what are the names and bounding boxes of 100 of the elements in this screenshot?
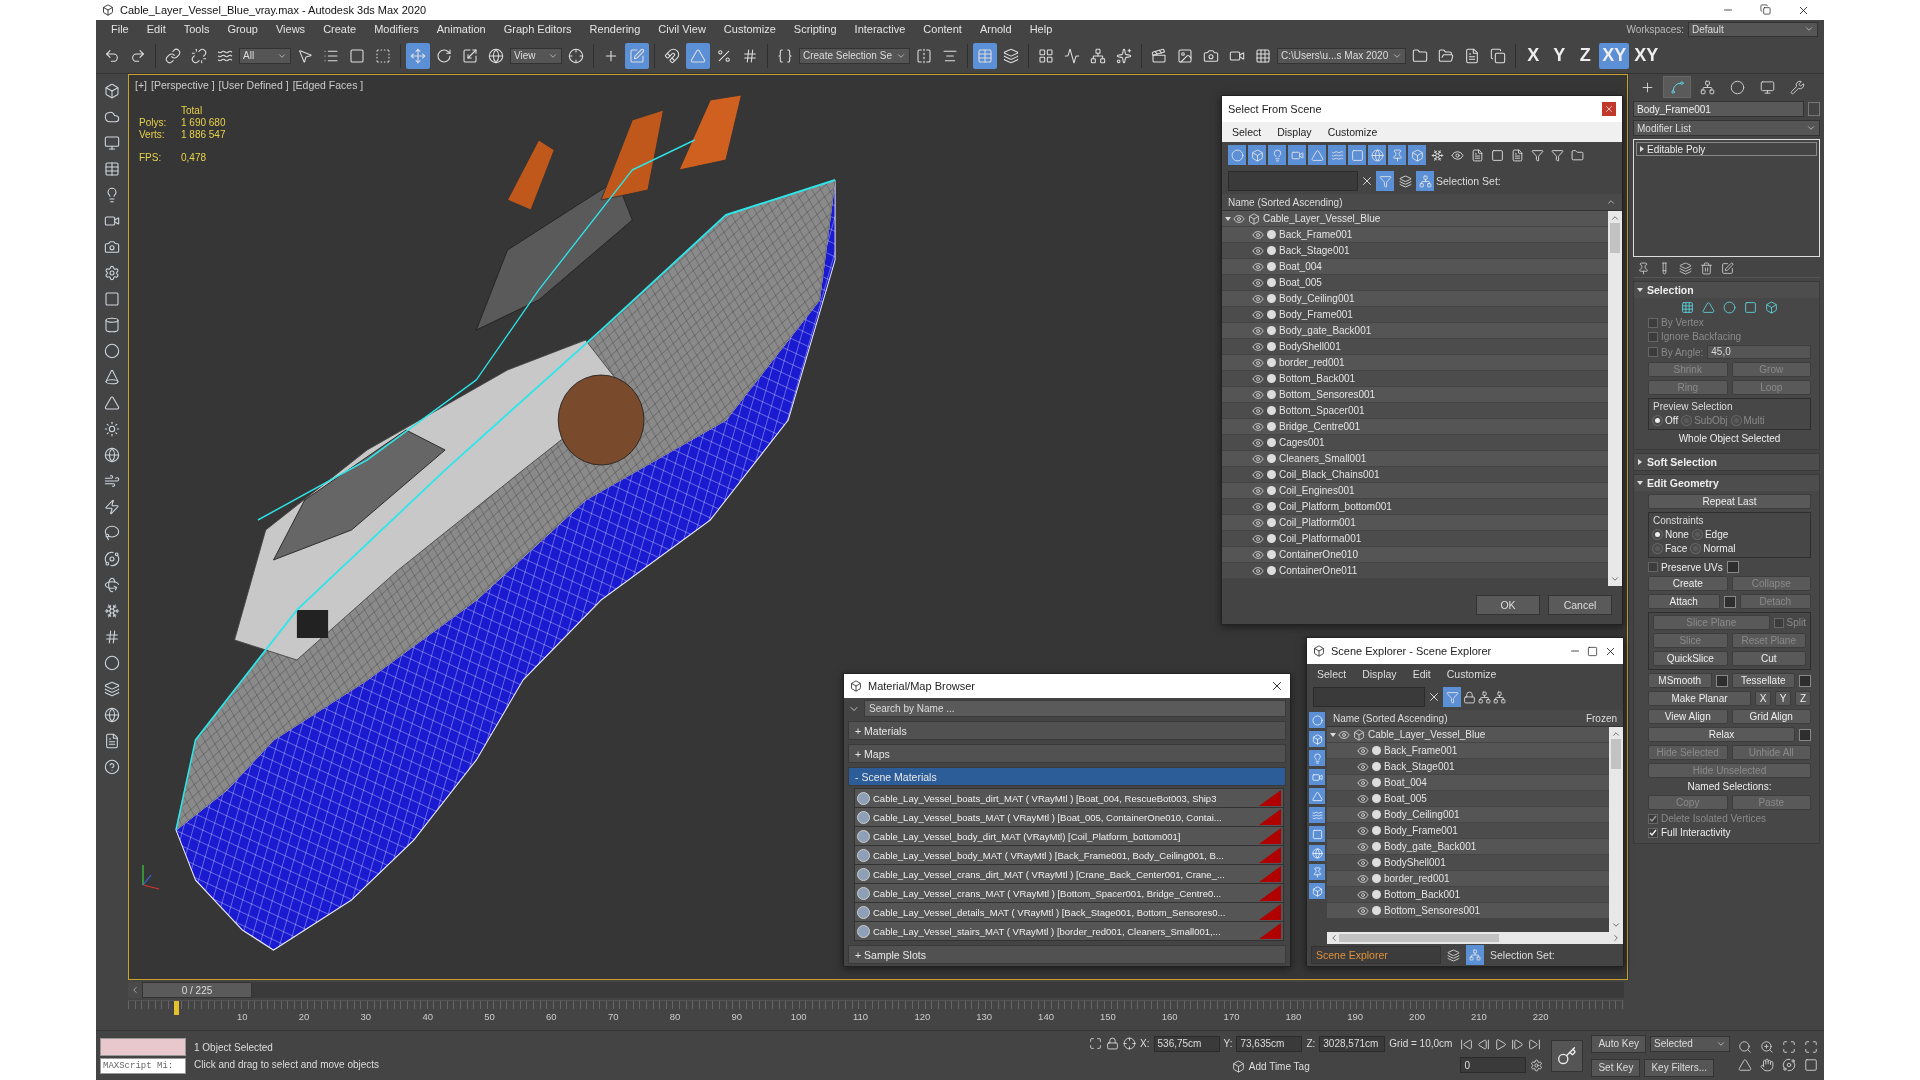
- tree-row[interactable]: Back_Frame001: [1327, 743, 1609, 759]
- auto-key-button[interactable]: Auto Key: [1591, 1034, 1646, 1053]
- tree-row[interactable]: Bottom_Back001: [1327, 887, 1609, 903]
- axis-constraint-button[interactable]: X: [1521, 42, 1546, 69]
- rollout-header[interactable]: Soft Selection: [1634, 454, 1819, 470]
- menu-item[interactable]: Create: [314, 23, 366, 35]
- tree-row[interactable]: Coil_Platform001: [1222, 515, 1608, 531]
- tree-row[interactable]: Body_gate_Back001: [1327, 839, 1609, 855]
- panel-button[interactable]: X: [1755, 691, 1771, 706]
- toolbar-dropdown[interactable]: View: [510, 47, 562, 64]
- radio-button[interactable]: Face: [1653, 543, 1688, 554]
- tree-row[interactable]: Bottom_Back001: [1222, 371, 1608, 387]
- object-name-field[interactable]: Body_Frame001: [1633, 101, 1804, 117]
- time-slider-track[interactable]: 0 / 225: [128, 982, 1624, 998]
- panel-button[interactable]: Z: [1795, 691, 1811, 706]
- tree-row[interactable]: Bottom_Spacer001: [1222, 403, 1608, 419]
- tree-row[interactable]: Back_Frame001: [1222, 227, 1608, 243]
- tree-row[interactable]: BodyShell001: [1222, 339, 1608, 355]
- tree-row[interactable]: Back_Stage001: [1327, 759, 1609, 775]
- panel-button[interactable]: MSmooth: [1648, 673, 1712, 688]
- tree-row[interactable]: Boat_005: [1222, 275, 1608, 291]
- panel-button[interactable]: QuickSlice: [1653, 651, 1728, 666]
- set-key-mode-button[interactable]: Set Key: [1591, 1058, 1641, 1077]
- menu-item[interactable]: Select: [1232, 126, 1262, 138]
- checkbox[interactable]: Full Interactivity: [1648, 827, 1731, 838]
- axis-constraint-button[interactable]: Z: [1573, 42, 1598, 69]
- tree-row[interactable]: Coil_Engines001: [1222, 483, 1608, 499]
- coordinate-field[interactable]: 73,635cm: [1236, 1035, 1303, 1052]
- coordinate-field[interactable]: 3028,571cm: [1319, 1035, 1386, 1052]
- tree-row[interactable]: Body_gate_Back001: [1222, 323, 1608, 339]
- column-header[interactable]: Name (Sorted Ascending) Frozen: [1327, 710, 1623, 727]
- material-row[interactable]: Cable_Lay_Vessel_details_MAT ( VRayMtl ) [Back_Stage001, Bottom_Sensores0...: [855, 903, 1283, 922]
- axis-constraint-button[interactable]: XY: [1631, 42, 1662, 69]
- group-header[interactable]: + Sample Slots: [848, 945, 1286, 964]
- toolbar-dropdown[interactable]: Create Selection Se: [799, 47, 910, 64]
- tree-row[interactable]: Cable_Layer_Vessel_Blue: [1327, 727, 1609, 743]
- tree-row[interactable]: Body_Ceiling001: [1327, 807, 1609, 823]
- tree-row[interactable]: BodyShell001: [1327, 855, 1609, 871]
- panel-button[interactable]: Cut: [1731, 651, 1806, 666]
- dialog-button[interactable]: OK: [1476, 595, 1540, 615]
- panel-button[interactable]: Attach: [1648, 594, 1720, 609]
- tree-row[interactable]: border_red001: [1222, 355, 1608, 371]
- search-field[interactable]: Search by Name ...: [864, 700, 1286, 718]
- menu-item[interactable]: Scripting: [784, 23, 846, 35]
- radio-button[interactable]: Edge: [1692, 529, 1729, 540]
- material-row[interactable]: Cable_Lay_Vessel_stairs_MAT ( VRayMtl ) [border_red001, Cleaners_Small001,...: [855, 922, 1283, 941]
- menu-item[interactable]: Modifiers: [365, 23, 428, 35]
- menu-item[interactable]: Tools: [174, 23, 219, 35]
- menu-item[interactable]: Animation: [427, 23, 495, 35]
- axis-constraint-button[interactable]: Y: [1547, 42, 1572, 69]
- panel-button[interactable]: Y: [1775, 691, 1791, 706]
- modifier-list-dropdown[interactable]: Modifier List: [1633, 120, 1820, 136]
- tree-row[interactable]: Boat_004: [1327, 775, 1609, 791]
- radio-button[interactable]: None: [1653, 529, 1689, 540]
- coordinate-field[interactable]: 536,75cm: [1153, 1035, 1220, 1052]
- menu-item[interactable]: Views: [266, 23, 315, 35]
- tree-row[interactable]: Cable_Layer_Vessel_Blue: [1222, 211, 1608, 227]
- explorer-dropdown[interactable]: Scene Explorer: [1311, 946, 1441, 964]
- menu-item[interactable]: Edit: [137, 23, 175, 35]
- tree-row[interactable]: Coil_Platform_bottom001: [1222, 499, 1608, 515]
- tree-row[interactable]: Bridge_Centre001: [1222, 419, 1608, 435]
- key-filters-button[interactable]: Key Filters...: [1644, 1058, 1714, 1077]
- menu-item[interactable]: Rendering: [580, 23, 650, 35]
- radio-button[interactable]: Normal: [1691, 543, 1736, 554]
- tree-row[interactable]: Coil_Black_Chains001: [1222, 467, 1608, 483]
- panel-button[interactable]: Make Planar: [1648, 691, 1751, 706]
- tree-row[interactable]: Body_Frame001: [1327, 823, 1609, 839]
- material-row[interactable]: Cable_Lay_Vessel_crans_MAT ( VRayMtl ) [Bottom_Spacer001, Bridge_Centre0...: [855, 884, 1283, 903]
- menu-item[interactable]: Arnold: [970, 23, 1021, 35]
- tree-row[interactable]: Body_Frame001: [1222, 307, 1608, 323]
- menu-item[interactable]: Help: [1020, 23, 1062, 35]
- tree-row[interactable]: ContainerOne010: [1222, 547, 1608, 563]
- panel-button[interactable]: Create: [1648, 576, 1728, 591]
- panel-button[interactable]: Grid Align: [1731, 709, 1811, 724]
- radio-button[interactable]: Off: [1653, 415, 1679, 426]
- time-slider-thumb[interactable]: 0 / 225: [142, 982, 252, 998]
- tree-row[interactable]: Boat_004: [1222, 259, 1608, 275]
- material-row[interactable]: Cable_Lay_Vessel_body_MAT ( VRayMtl ) [Back_Frame001, Body_Ceiling001, B...: [855, 846, 1283, 865]
- group-header[interactable]: + Maps: [848, 744, 1286, 764]
- tree-row[interactable]: Body_Ceiling001: [1222, 291, 1608, 307]
- checkbox[interactable]: Preserve UVs: [1648, 561, 1723, 573]
- menu-item[interactable]: Graph Editors: [494, 23, 581, 35]
- menu-item[interactable]: Customize: [714, 23, 785, 35]
- menu-item[interactable]: Customize: [1327, 126, 1378, 138]
- column-header[interactable]: Name (Sorted Ascending): [1222, 194, 1622, 211]
- viewport-label[interactable]: [Edged Faces ]: [292, 79, 364, 91]
- panel-button[interactable]: View Align: [1648, 709, 1728, 724]
- viewport-label[interactable]: [User Defined ]: [218, 79, 289, 91]
- toolbar-dropdown[interactable]: All: [239, 47, 291, 64]
- rollout-header[interactable]: Selection: [1634, 282, 1819, 298]
- frame-field[interactable]: 0: [1460, 1057, 1527, 1073]
- menu-item[interactable]: Display: [1277, 126, 1312, 138]
- menu-item[interactable]: Interactive: [845, 23, 915, 35]
- workspace-dropdown[interactable]: Default: [1688, 21, 1818, 37]
- panel-button[interactable]: Tessellate: [1731, 673, 1795, 688]
- tree-row[interactable]: Cleaners_Small001: [1222, 451, 1608, 467]
- tree-row[interactable]: Back_Stage001: [1222, 243, 1608, 259]
- key-mode-dropdown[interactable]: Selected: [1650, 1035, 1730, 1052]
- material-row[interactable]: Cable_Lay_Vessel_crans_dirt_MAT ( VRayMtl ) [Crane_Back_Center001, Crane_...: [855, 865, 1283, 884]
- tree-row[interactable]: Coil_Platforma001: [1222, 531, 1608, 547]
